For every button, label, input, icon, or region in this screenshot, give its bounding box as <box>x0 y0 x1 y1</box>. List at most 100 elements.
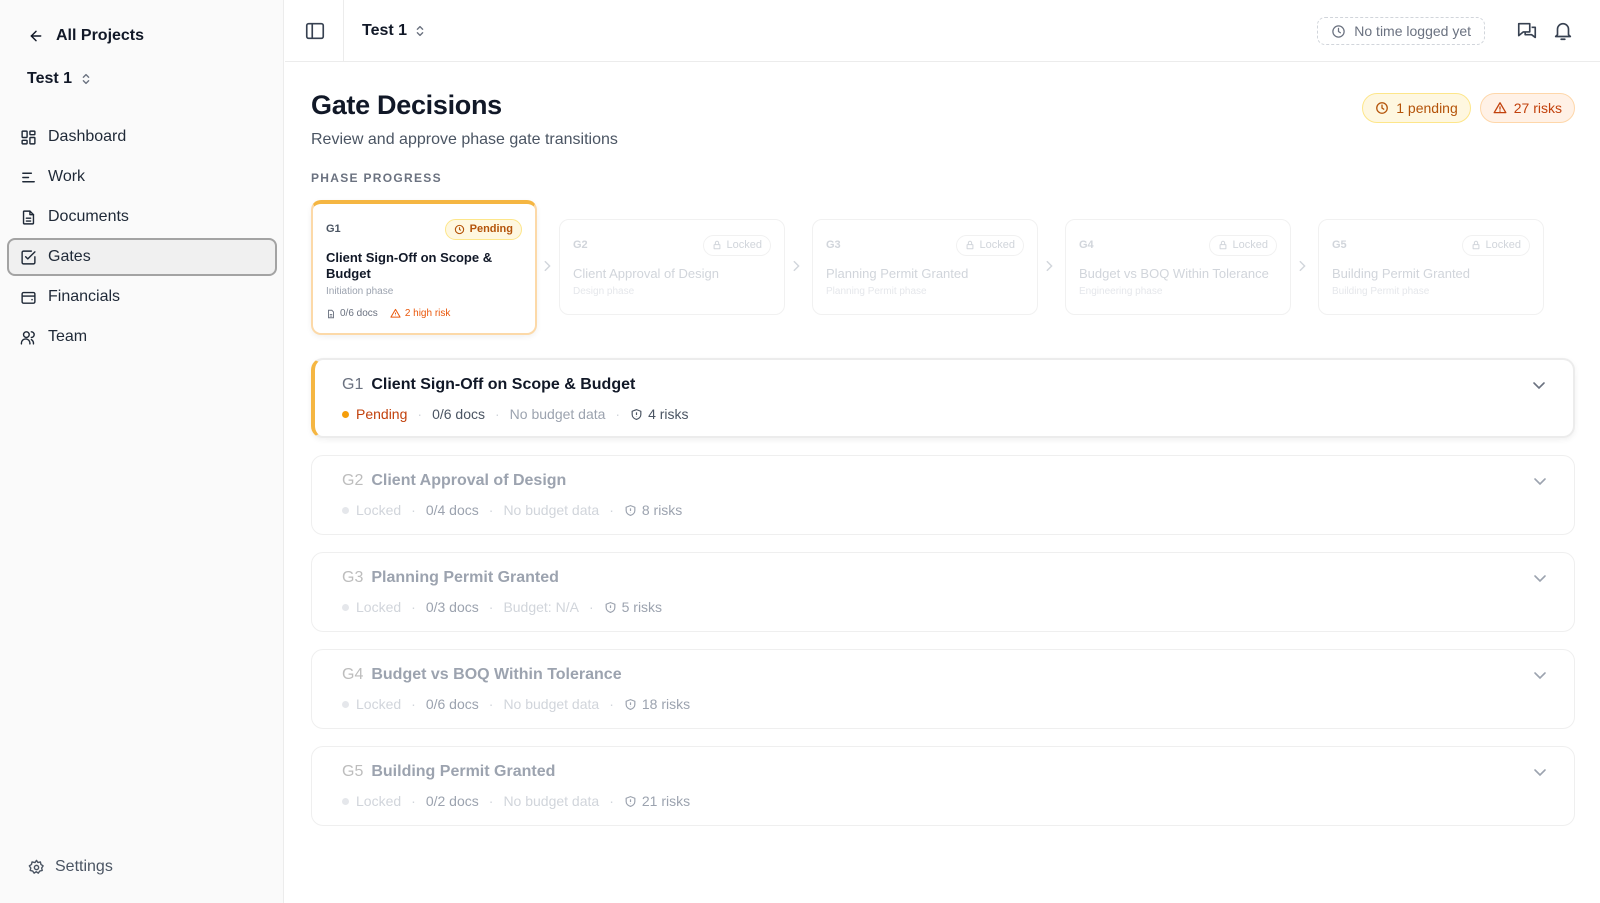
sidebar-item-label: Dashboard <box>48 128 127 145</box>
gate-risks-label: 8 risks <box>641 502 683 518</box>
separator: · <box>609 696 614 712</box>
chevron-down-icon[interactable] <box>1532 473 1548 489</box>
document-icon <box>22 209 35 225</box>
gate-card-g2[interactable]: G2 Client Approval of Design Locked · 0/… <box>311 455 1575 535</box>
sidebar: All Projects Test 1 Dashboard Work Docum… <box>0 0 284 903</box>
bell-icon[interactable] <box>1552 20 1574 42</box>
gate-card-g1[interactable]: G1 Client Sign-Off on Scope & Budget Pen… <box>311 358 1575 438</box>
chevron-down-icon[interactable] <box>1532 570 1548 586</box>
gate-card-g4[interactable]: G4 Budget vs BOQ Within Tolerance Locked… <box>311 649 1575 729</box>
status-dot <box>342 797 349 805</box>
gate-risks: 4 risks <box>630 406 689 422</box>
phase-name: Initiation phase <box>326 286 394 297</box>
gate-risks-label: 21 risks <box>641 793 691 809</box>
gate-risks: 18 risks <box>624 696 690 712</box>
gate-status: Locked <box>356 793 402 809</box>
project-name: Test 1 <box>27 70 73 87</box>
summary-badges: 1 pending 27 risks <box>1362 93 1575 123</box>
phase-name: Building Permit phase <box>1332 286 1430 297</box>
risk-count-badge[interactable]: 27 risks <box>1479 93 1575 123</box>
gate-id: G5 <box>342 763 364 780</box>
separator: · <box>411 793 416 809</box>
header-project-name: Test 1 <box>362 22 408 39</box>
pending-count-label: 1 pending <box>1396 100 1458 116</box>
work-icon <box>22 172 35 182</box>
gate-status: Pending <box>356 406 408 422</box>
shield-icon <box>625 698 636 710</box>
project-switcher[interactable]: Test 1 <box>27 67 92 91</box>
phase-card-g3[interactable]: G3 Locked Planning Permit Granted Planni… <box>812 219 1038 315</box>
phase-id: G3 <box>826 239 841 251</box>
sidebar-item-gates[interactable]: Gates <box>7 238 277 276</box>
page-title: Gate Decisions <box>311 90 502 120</box>
pending-count-badge[interactable]: 1 pending <box>1362 93 1471 123</box>
time-logged-button[interactable]: No time logged yet <box>1317 17 1485 45</box>
separator: · <box>609 793 614 809</box>
phase-title: Planning Permit Granted <box>826 266 969 281</box>
gate-title: G4 Budget vs BOQ Within Tolerance <box>342 666 622 684</box>
gate-meta: Pending · 0/6 docs · No budget data · 4 … <box>342 406 689 422</box>
separator: · <box>609 502 614 518</box>
gate-budget: Budget: N/A <box>503 599 579 615</box>
phase-card-g5[interactable]: G5 Locked Building Permit Granted Buildi… <box>1318 219 1544 315</box>
shield-icon <box>605 601 616 613</box>
sidebar-item-label: Financials <box>48 288 121 305</box>
team-icon <box>20 330 35 345</box>
sidebar-toggle-icon[interactable] <box>304 20 326 42</box>
header-divider <box>343 0 344 62</box>
arrow-left-icon <box>30 30 42 42</box>
gate-risks: 8 risks <box>624 502 682 518</box>
status-dot <box>342 410 349 418</box>
phase-card-g2[interactable]: G2 Locked Client Approval of Design Desi… <box>559 219 785 315</box>
gate-budget: No budget data <box>503 502 600 518</box>
separator: · <box>417 406 423 422</box>
warning-triangle-icon <box>1493 102 1507 114</box>
header-project-switcher[interactable]: Test 1 <box>362 19 426 43</box>
sidebar-item-label: Team <box>48 328 88 345</box>
gate-risks: 21 risks <box>624 793 690 809</box>
status-dot <box>342 506 349 514</box>
phase-card-g4[interactable]: G4 Locked Budget vs BOQ Within Tolerance… <box>1065 219 1291 315</box>
gate-docs: 0/6 docs <box>425 696 479 712</box>
phase-docs-label: 0/6 docs <box>340 308 378 319</box>
chevron-down-icon[interactable] <box>1532 667 1548 683</box>
phase-card-g1[interactable]: G1 Pending Client Sign-Off on Scope & Bu… <box>311 200 537 335</box>
gate-name: Building Permit Granted <box>371 763 556 780</box>
phase-name: Planning Permit phase <box>826 286 927 297</box>
risk-count-label: 27 risks <box>1513 100 1562 116</box>
separator: · <box>488 502 494 518</box>
gate-card-g5[interactable]: G5 Building Permit Granted Locked · 0/2 … <box>311 746 1575 826</box>
phase-title: Client Approval of Design <box>573 266 719 281</box>
gate-card-g3[interactable]: G3 Planning Permit Granted Locked · 0/3 … <box>311 552 1575 632</box>
chat-icon[interactable] <box>1516 20 1538 42</box>
clock-icon <box>454 224 464 234</box>
phase-progress-label: PHASE PROGRESS <box>311 171 442 185</box>
gate-name: Budget vs BOQ Within Tolerance <box>371 666 622 683</box>
phase-status-label: Locked <box>726 239 762 251</box>
gate-budget: No budget data <box>509 406 606 422</box>
gate-docs: 0/3 docs <box>425 599 479 615</box>
all-projects-link[interactable]: All Projects <box>28 24 144 48</box>
gate-status: Locked <box>356 696 402 712</box>
phase-id: G1 <box>326 223 341 235</box>
settings-label: Settings <box>55 858 113 875</box>
phase-id: G4 <box>1079 239 1094 251</box>
clock-icon <box>1332 24 1346 38</box>
phase-id: G2 <box>573 239 588 251</box>
sidebar-nav: Dashboard Work Documents Gates Financial… <box>7 118 277 358</box>
chevron-down-icon[interactable] <box>1531 377 1547 393</box>
settings-link[interactable]: Settings <box>28 855 113 879</box>
sidebar-item-documents[interactable]: Documents <box>7 198 277 236</box>
wallet-icon <box>21 291 36 304</box>
lock-icon <box>713 240 720 250</box>
sidebar-item-dashboard[interactable]: Dashboard <box>7 118 277 156</box>
sidebar-item-work[interactable]: Work <box>7 158 277 196</box>
separator: · <box>411 502 416 518</box>
chevron-down-icon[interactable] <box>1532 764 1548 780</box>
sidebar-item-team[interactable]: Team <box>7 318 277 356</box>
chevron-right-icon <box>1046 260 1053 272</box>
sidebar-item-financials[interactable]: Financials <box>7 278 277 316</box>
clock-icon <box>1376 102 1389 114</box>
gate-title: G5 Building Permit Granted <box>342 763 555 781</box>
separator: · <box>615 406 621 422</box>
